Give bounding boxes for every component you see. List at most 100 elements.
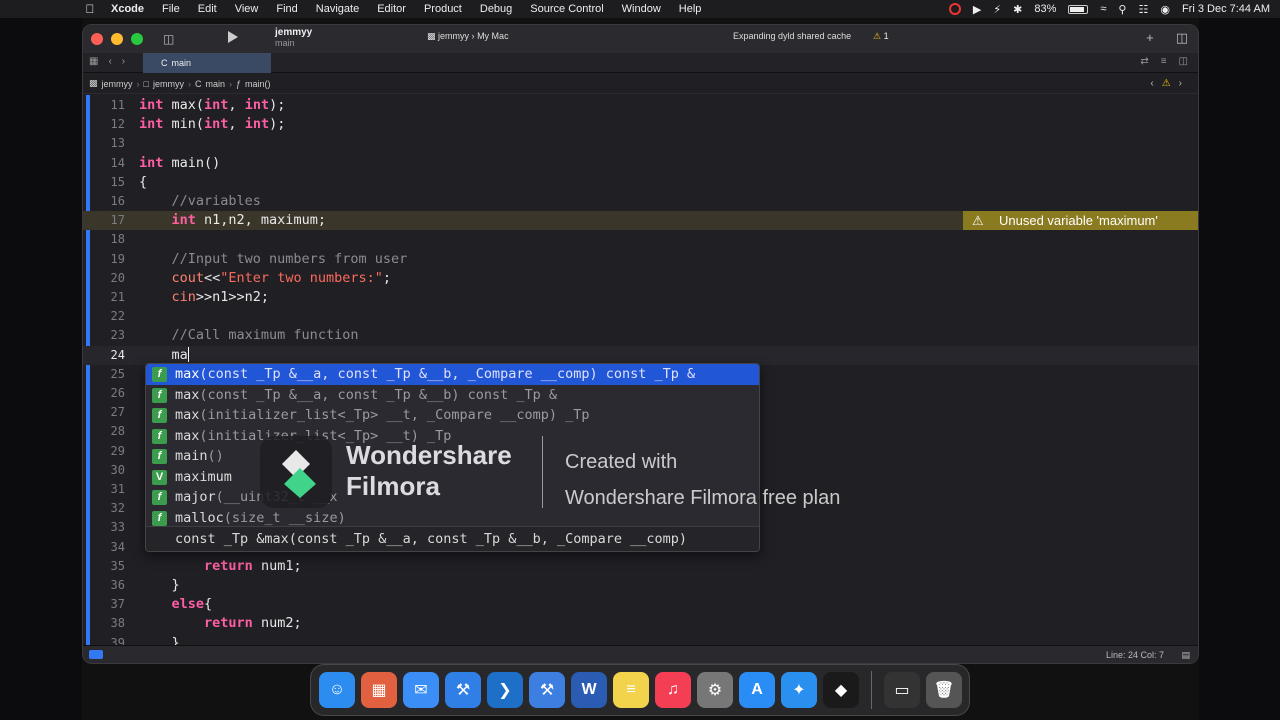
code-text[interactable]: } [139, 576, 180, 595]
code-text[interactable]: else{ [139, 595, 213, 614]
menu-source-control[interactable]: Source Control [521, 3, 612, 15]
word-icon[interactable]: W [571, 672, 607, 708]
code-text[interactable]: //variables [139, 192, 261, 211]
code-line[interactable]: 35 return num1; [83, 557, 1198, 576]
screen-recorder-icon[interactable]: ▭ [884, 672, 920, 708]
menu-debug[interactable]: Debug [471, 3, 521, 15]
code-line[interactable]: 37 else{ [83, 595, 1198, 614]
menu-product[interactable]: Product [415, 3, 471, 15]
code-line[interactable]: 22 [83, 307, 1198, 326]
code-line[interactable]: 17 int n1,n2, maximum; ⚠ Unused variable '… [83, 211, 1198, 231]
spotlight-icon[interactable]: ⚲ [1118, 3, 1126, 16]
tab-main[interactable]: C main [143, 53, 271, 73]
panel-toggle-icon[interactable]: ▤ [1181, 650, 1190, 661]
trash-icon[interactable]: 🗑 [926, 672, 962, 708]
run-button[interactable] [228, 31, 238, 43]
completion-item[interactable]: f max(initializer_list<_Tp> __t, _Compare… [146, 405, 759, 426]
code-text[interactable]: return num2; [139, 614, 302, 633]
code-line[interactable]: 15 { [83, 173, 1198, 192]
code-text[interactable]: return num1; [139, 557, 302, 576]
music-icon[interactable]: ♫ [655, 672, 691, 708]
xcode-beta-icon[interactable]: ⚒ [529, 672, 565, 708]
finder-icon[interactable]: ☺ [319, 672, 355, 708]
jumpbar-project[interactable]: jemmyy [102, 79, 133, 89]
play-circle-icon[interactable]: ▶ [973, 3, 981, 16]
code-line[interactable]: 23 //Call maximum function [83, 326, 1198, 345]
battery-icon[interactable] [1068, 4, 1089, 14]
code-text[interactable]: cin>>n1>>n2; [139, 288, 270, 307]
close-window-button[interactable] [91, 33, 103, 45]
launchpad-icon[interactable]: ▦ [361, 672, 397, 708]
notes-icon[interactable]: ≡ [613, 672, 649, 708]
code-text[interactable]: ma [139, 346, 189, 365]
menu-editor[interactable]: Editor [368, 3, 415, 15]
menu-app[interactable]: Xcode [102, 3, 153, 15]
code-line[interactable]: 14 int main() [83, 154, 1198, 173]
minimize-window-button[interactable] [111, 33, 123, 45]
menu-navigate[interactable]: Navigate [307, 3, 368, 15]
completion-item[interactable]: f max(const _Tp &__a, const _Tp &__b) con… [146, 385, 759, 406]
zoom-window-button[interactable] [131, 33, 143, 45]
record-icon[interactable] [948, 3, 961, 15]
refresh-icon[interactable]: ⇄ [1140, 56, 1148, 67]
wifi-icon[interactable]: ≈ [1100, 3, 1106, 15]
sidebar-toggle-icon[interactable]: ◫ [163, 32, 174, 46]
debug-area-toggle[interactable] [89, 650, 103, 659]
previous-issue-icon[interactable]: ‹ [1150, 78, 1153, 89]
jumpbar-symbol[interactable]: main() [245, 79, 271, 89]
back-icon[interactable]: ‹ [108, 56, 111, 67]
code-line[interactable]: 13 [83, 134, 1198, 153]
menu-help[interactable]: Help [670, 3, 711, 15]
menu-find[interactable]: Find [267, 3, 306, 15]
bluetooth-icon[interactable]: ✱ [1013, 3, 1022, 16]
menu-window[interactable]: Window [613, 3, 670, 15]
menu-view[interactable]: View [226, 3, 268, 15]
menu-edit[interactable]: Edit [189, 3, 226, 15]
code-line[interactable]: 38 return num2; [83, 614, 1198, 633]
code-text[interactable]: cout<<"Enter two numbers:"; [139, 269, 391, 288]
inline-warning[interactable]: ⚠ Unused variable 'maximum' [963, 211, 1198, 231]
code-text[interactable]: //Call maximum function [139, 326, 359, 345]
jumpbar-folder[interactable]: jemmyy [153, 79, 184, 89]
scheme-selector[interactable]: jemmyy main [275, 27, 312, 49]
split-editor-icon[interactable]: ◫ [1179, 56, 1188, 67]
warning-indicator[interactable]: ⚠ 1 [873, 31, 889, 42]
clock[interactable]: Fri 3 Dec 7:44 AM [1182, 3, 1270, 15]
menu-file[interactable]: File [153, 3, 189, 15]
code-text[interactable]: int max(int, int); [139, 96, 285, 115]
code-text[interactable]: int main() [139, 154, 220, 173]
code-line[interactable]: 21 cin>>n1>>n2; [83, 288, 1198, 307]
code-line[interactable]: 24 ma [83, 345, 1198, 365]
code-text[interactable]: int min(int, int); [139, 115, 285, 134]
grid-icon[interactable]: ▦ [89, 56, 98, 67]
siri-icon[interactable]: ◉ [1160, 3, 1170, 16]
app-store-icon[interactable]: A [739, 672, 775, 708]
vscode-icon[interactable]: ❯ [487, 672, 523, 708]
code-line[interactable]: 36 } [83, 576, 1198, 595]
run-destination[interactable]: ▩ jemmyy › My Mac [427, 31, 509, 42]
system-preferences-icon[interactable]: ⚙ [697, 672, 733, 708]
completion-item[interactable]: f max(const _Tp &__a, const _Tp &__b, _Co… [146, 364, 759, 385]
code-line[interactable]: 18 [83, 230, 1198, 249]
code-line[interactable]: 19 //Input two numbers from user [83, 250, 1198, 269]
jumpbar-file[interactable]: main [205, 79, 225, 89]
safari-icon[interactable]: ✦ [781, 672, 817, 708]
editor-options-icon[interactable]: ≡ [1161, 56, 1167, 67]
filmora-icon[interactable]: ◆ [823, 672, 859, 708]
code-line[interactable]: 11 int max(int, int); [83, 96, 1198, 115]
code-text[interactable]: { [139, 173, 147, 192]
forward-icon[interactable]: › [122, 56, 125, 67]
bolt-icon[interactable]: ⚡ [993, 3, 1001, 16]
code-editor[interactable]: 11 int max(int, int); 12 int min(int, int);… [83, 95, 1198, 651]
mail-icon[interactable]: ✉ [403, 672, 439, 708]
next-issue-icon[interactable]: › [1179, 78, 1182, 89]
warning-icon[interactable]: ⚠ [1162, 78, 1171, 89]
code-text[interactable]: int n1,n2, maximum; [139, 211, 326, 230]
code-line[interactable]: 16 //variables [83, 192, 1198, 211]
code-text[interactable]: //Input two numbers from user [139, 250, 408, 269]
apple-icon[interactable]:  [78, 2, 102, 16]
control-center-icon[interactable]: ☷ [1138, 3, 1148, 16]
code-line[interactable]: 20 cout<<"Enter two numbers:"; [83, 269, 1198, 288]
xcode-icon[interactable]: ⚒ [445, 672, 481, 708]
code-line[interactable]: 12 int min(int, int); [83, 115, 1198, 134]
